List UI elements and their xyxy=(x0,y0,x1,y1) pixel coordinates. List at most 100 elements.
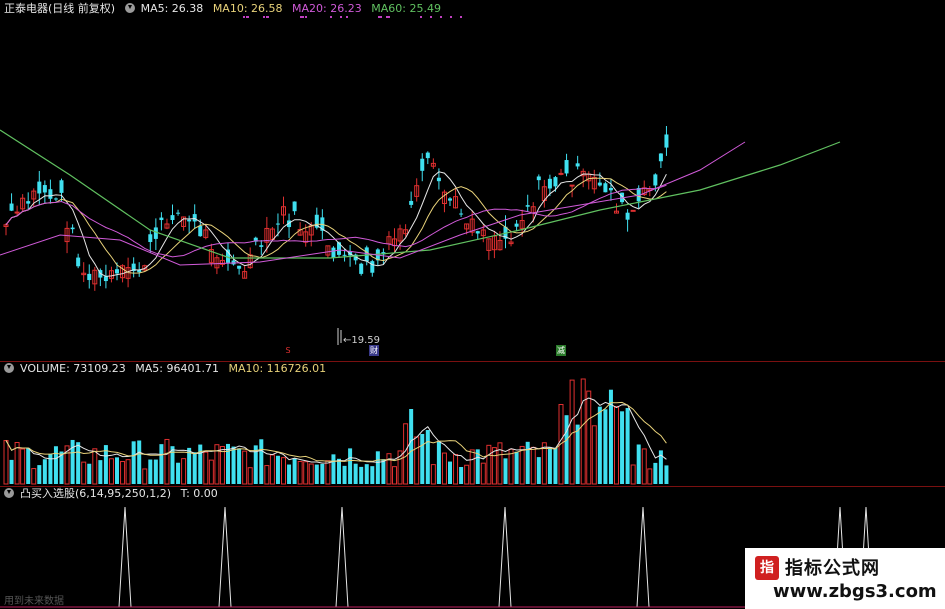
volume-bar xyxy=(580,378,586,485)
candle-body xyxy=(26,201,31,204)
indicator-header: 凸买入选股(6,14,95,250,1,2) T: 0.00 xyxy=(4,487,224,501)
volume-bar xyxy=(453,454,459,485)
volume-bar xyxy=(664,465,669,484)
badge-cai[interactable]: 财 xyxy=(369,345,379,356)
volume-bar xyxy=(92,448,98,485)
candle-body xyxy=(275,223,280,225)
candle-body xyxy=(292,201,297,212)
volume-ma10-value: MA10: 116726.01 xyxy=(228,362,327,375)
badge-jian[interactable]: 减 xyxy=(556,345,566,356)
volume-bar xyxy=(37,465,42,484)
top-marker xyxy=(267,16,269,18)
ma20-line xyxy=(5,184,667,258)
candle-body xyxy=(475,231,480,234)
candle-body xyxy=(331,247,336,258)
volume-bar xyxy=(530,446,536,485)
volume-value: VOLUME: 73109.23 xyxy=(20,362,126,375)
volume-bar xyxy=(653,462,658,484)
top-marker xyxy=(420,16,422,18)
volume-bar xyxy=(26,447,31,484)
candle-body xyxy=(42,185,47,193)
candle-body xyxy=(630,209,636,212)
volume-bar xyxy=(459,467,464,484)
volume-bar xyxy=(348,448,353,484)
candle-body xyxy=(87,273,92,281)
candle-body xyxy=(370,261,375,273)
volume-bar xyxy=(342,465,347,484)
chart-canvas[interactable] xyxy=(0,0,945,609)
volume-bar xyxy=(325,460,331,485)
candle-body xyxy=(459,213,464,215)
candle-body xyxy=(9,203,14,211)
candle-body xyxy=(76,257,81,267)
volume-ma5-value: MA5: 96401.71 xyxy=(135,362,219,375)
future-data-note: 用到未来数据 xyxy=(4,596,64,607)
badge-s[interactable]: S xyxy=(283,345,293,356)
volume-bar xyxy=(153,459,158,484)
top-marker xyxy=(263,16,265,18)
volume-bar xyxy=(519,445,525,485)
volume-bar xyxy=(425,430,430,484)
volume-bar xyxy=(503,458,508,484)
indicator-t-value: T: 0.00 xyxy=(180,487,218,500)
candle-body xyxy=(448,198,452,201)
indicator-menu-icon[interactable] xyxy=(124,3,135,13)
volume-bar xyxy=(386,453,392,485)
watermark-logo-icon: 指 xyxy=(755,556,779,580)
volume-bar xyxy=(98,460,103,484)
candle-body xyxy=(603,183,608,193)
volume-bar xyxy=(31,468,37,485)
volume-bar xyxy=(414,436,420,485)
volume-bar xyxy=(603,409,608,484)
candle-body xyxy=(658,153,663,162)
volume-bar xyxy=(275,455,280,484)
volume-bar xyxy=(259,439,264,484)
stock-name[interactable]: 正泰电器 xyxy=(4,2,48,15)
volume-bar xyxy=(547,447,552,484)
candle-body xyxy=(608,188,613,191)
volume-bars xyxy=(3,378,669,485)
volume-bar xyxy=(303,461,309,485)
buy-signal-spike xyxy=(218,506,232,608)
top-marker xyxy=(388,16,390,18)
volume-bar xyxy=(359,466,364,484)
volume-bar xyxy=(208,459,214,485)
watermark-title: 指标公式网 xyxy=(785,558,880,579)
top-marker xyxy=(305,16,307,18)
volume-bar xyxy=(120,461,126,485)
volume-bar xyxy=(625,408,630,484)
candle-body xyxy=(187,219,192,222)
volume-bar xyxy=(137,440,142,484)
indicator-settings-icon[interactable] xyxy=(4,488,14,498)
volume-bar xyxy=(87,463,92,484)
volume-bar xyxy=(292,458,297,484)
top-marker xyxy=(247,16,249,18)
top-marker xyxy=(440,16,442,18)
candle-body xyxy=(342,254,347,256)
candle-body xyxy=(558,172,564,175)
volume-bar xyxy=(148,459,153,484)
volume-bar xyxy=(331,454,336,484)
volume-bar xyxy=(353,463,358,484)
candle-body xyxy=(115,269,119,274)
candle-body xyxy=(597,182,602,186)
period-label: (日线 前复权) xyxy=(48,2,116,15)
volume-bar xyxy=(375,451,380,484)
volume-menu-icon[interactable] xyxy=(4,363,14,373)
ma60-value: MA60: 25.49 xyxy=(371,2,441,15)
buy-signal-spike xyxy=(118,506,132,608)
top-marker xyxy=(380,16,382,18)
volume-bar xyxy=(464,464,470,485)
candle-body xyxy=(148,234,153,242)
volume-bar xyxy=(597,406,602,484)
candle-body xyxy=(176,212,181,214)
volume-bar xyxy=(586,390,592,485)
volume-bar xyxy=(198,444,203,484)
volume-bar xyxy=(125,459,131,485)
candle-body xyxy=(259,245,264,247)
volume-bar xyxy=(108,458,114,485)
volume-bar xyxy=(181,458,187,485)
volume-bar xyxy=(192,452,197,484)
watermark: 指 指标公式网 www.zbgs3.com xyxy=(745,548,945,609)
ma5-value: MA5: 26.38 xyxy=(140,2,204,15)
